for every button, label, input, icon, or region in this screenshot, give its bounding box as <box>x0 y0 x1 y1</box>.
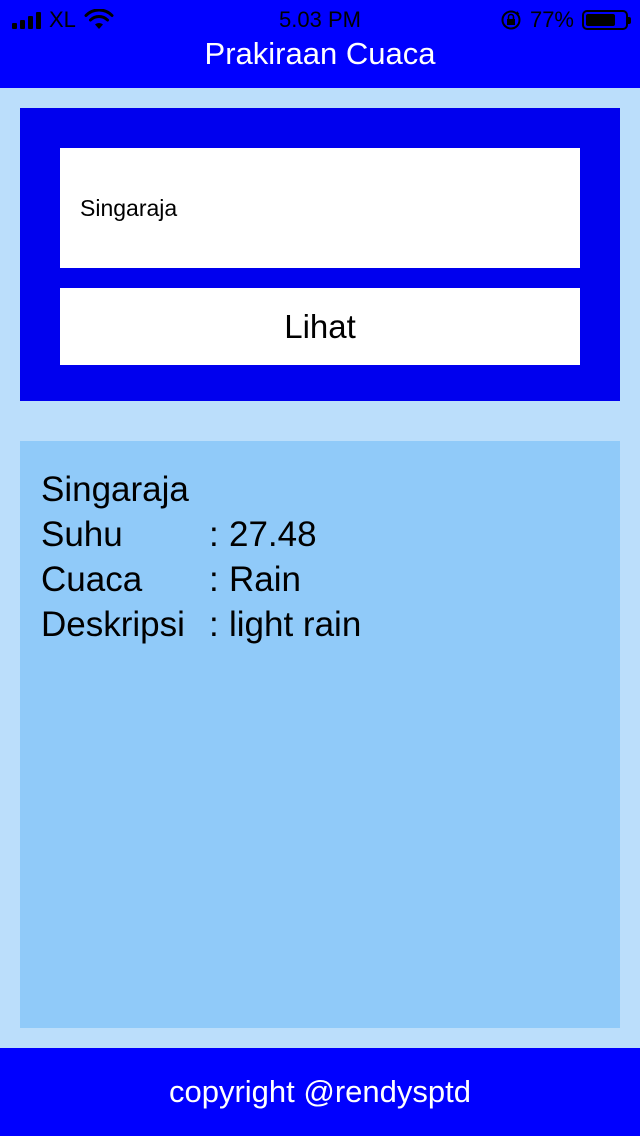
description-value: light rain <box>229 605 362 644</box>
weather-separator: : <box>209 560 219 599</box>
app-header: XL 5.03 PM 77% Prakiraan Cuaca <box>0 0 640 88</box>
city-input[interactable] <box>60 148 580 268</box>
battery-percentage: 77% <box>529 7 574 32</box>
weather-result-panel: Singaraja Suhu : 27.48 Cuaca : Rain Desk… <box>20 441 620 1028</box>
temperature-label: Suhu <box>41 515 123 554</box>
result-city-name: Singaraja <box>41 470 189 509</box>
temperature-separator: : <box>209 515 219 554</box>
battery-level-fill <box>586 14 616 26</box>
see-weather-button[interactable]: Lihat <box>60 288 580 365</box>
footer-copyright: copyright @rendysptd <box>0 1048 640 1136</box>
status-right: 77% <box>500 7 631 32</box>
temperature-value: 27.48 <box>229 515 317 554</box>
search-panel: Lihat <box>20 108 620 401</box>
weather-label: Cuaca <box>41 560 143 599</box>
app-title: Prakiraan Cuaca <box>204 36 436 71</box>
weather-value: Rain <box>229 560 301 599</box>
result-row-temperature: Suhu : 27.48 <box>41 512 599 557</box>
rotation-lock-icon <box>501 10 521 30</box>
battery-icon <box>582 10 631 30</box>
description-label: Deskripsi <box>41 605 185 644</box>
description-separator: : <box>209 605 219 644</box>
result-row-description: Deskripsi : light rain <box>41 602 599 647</box>
result-row-weather: Cuaca : Rain <box>41 557 599 602</box>
